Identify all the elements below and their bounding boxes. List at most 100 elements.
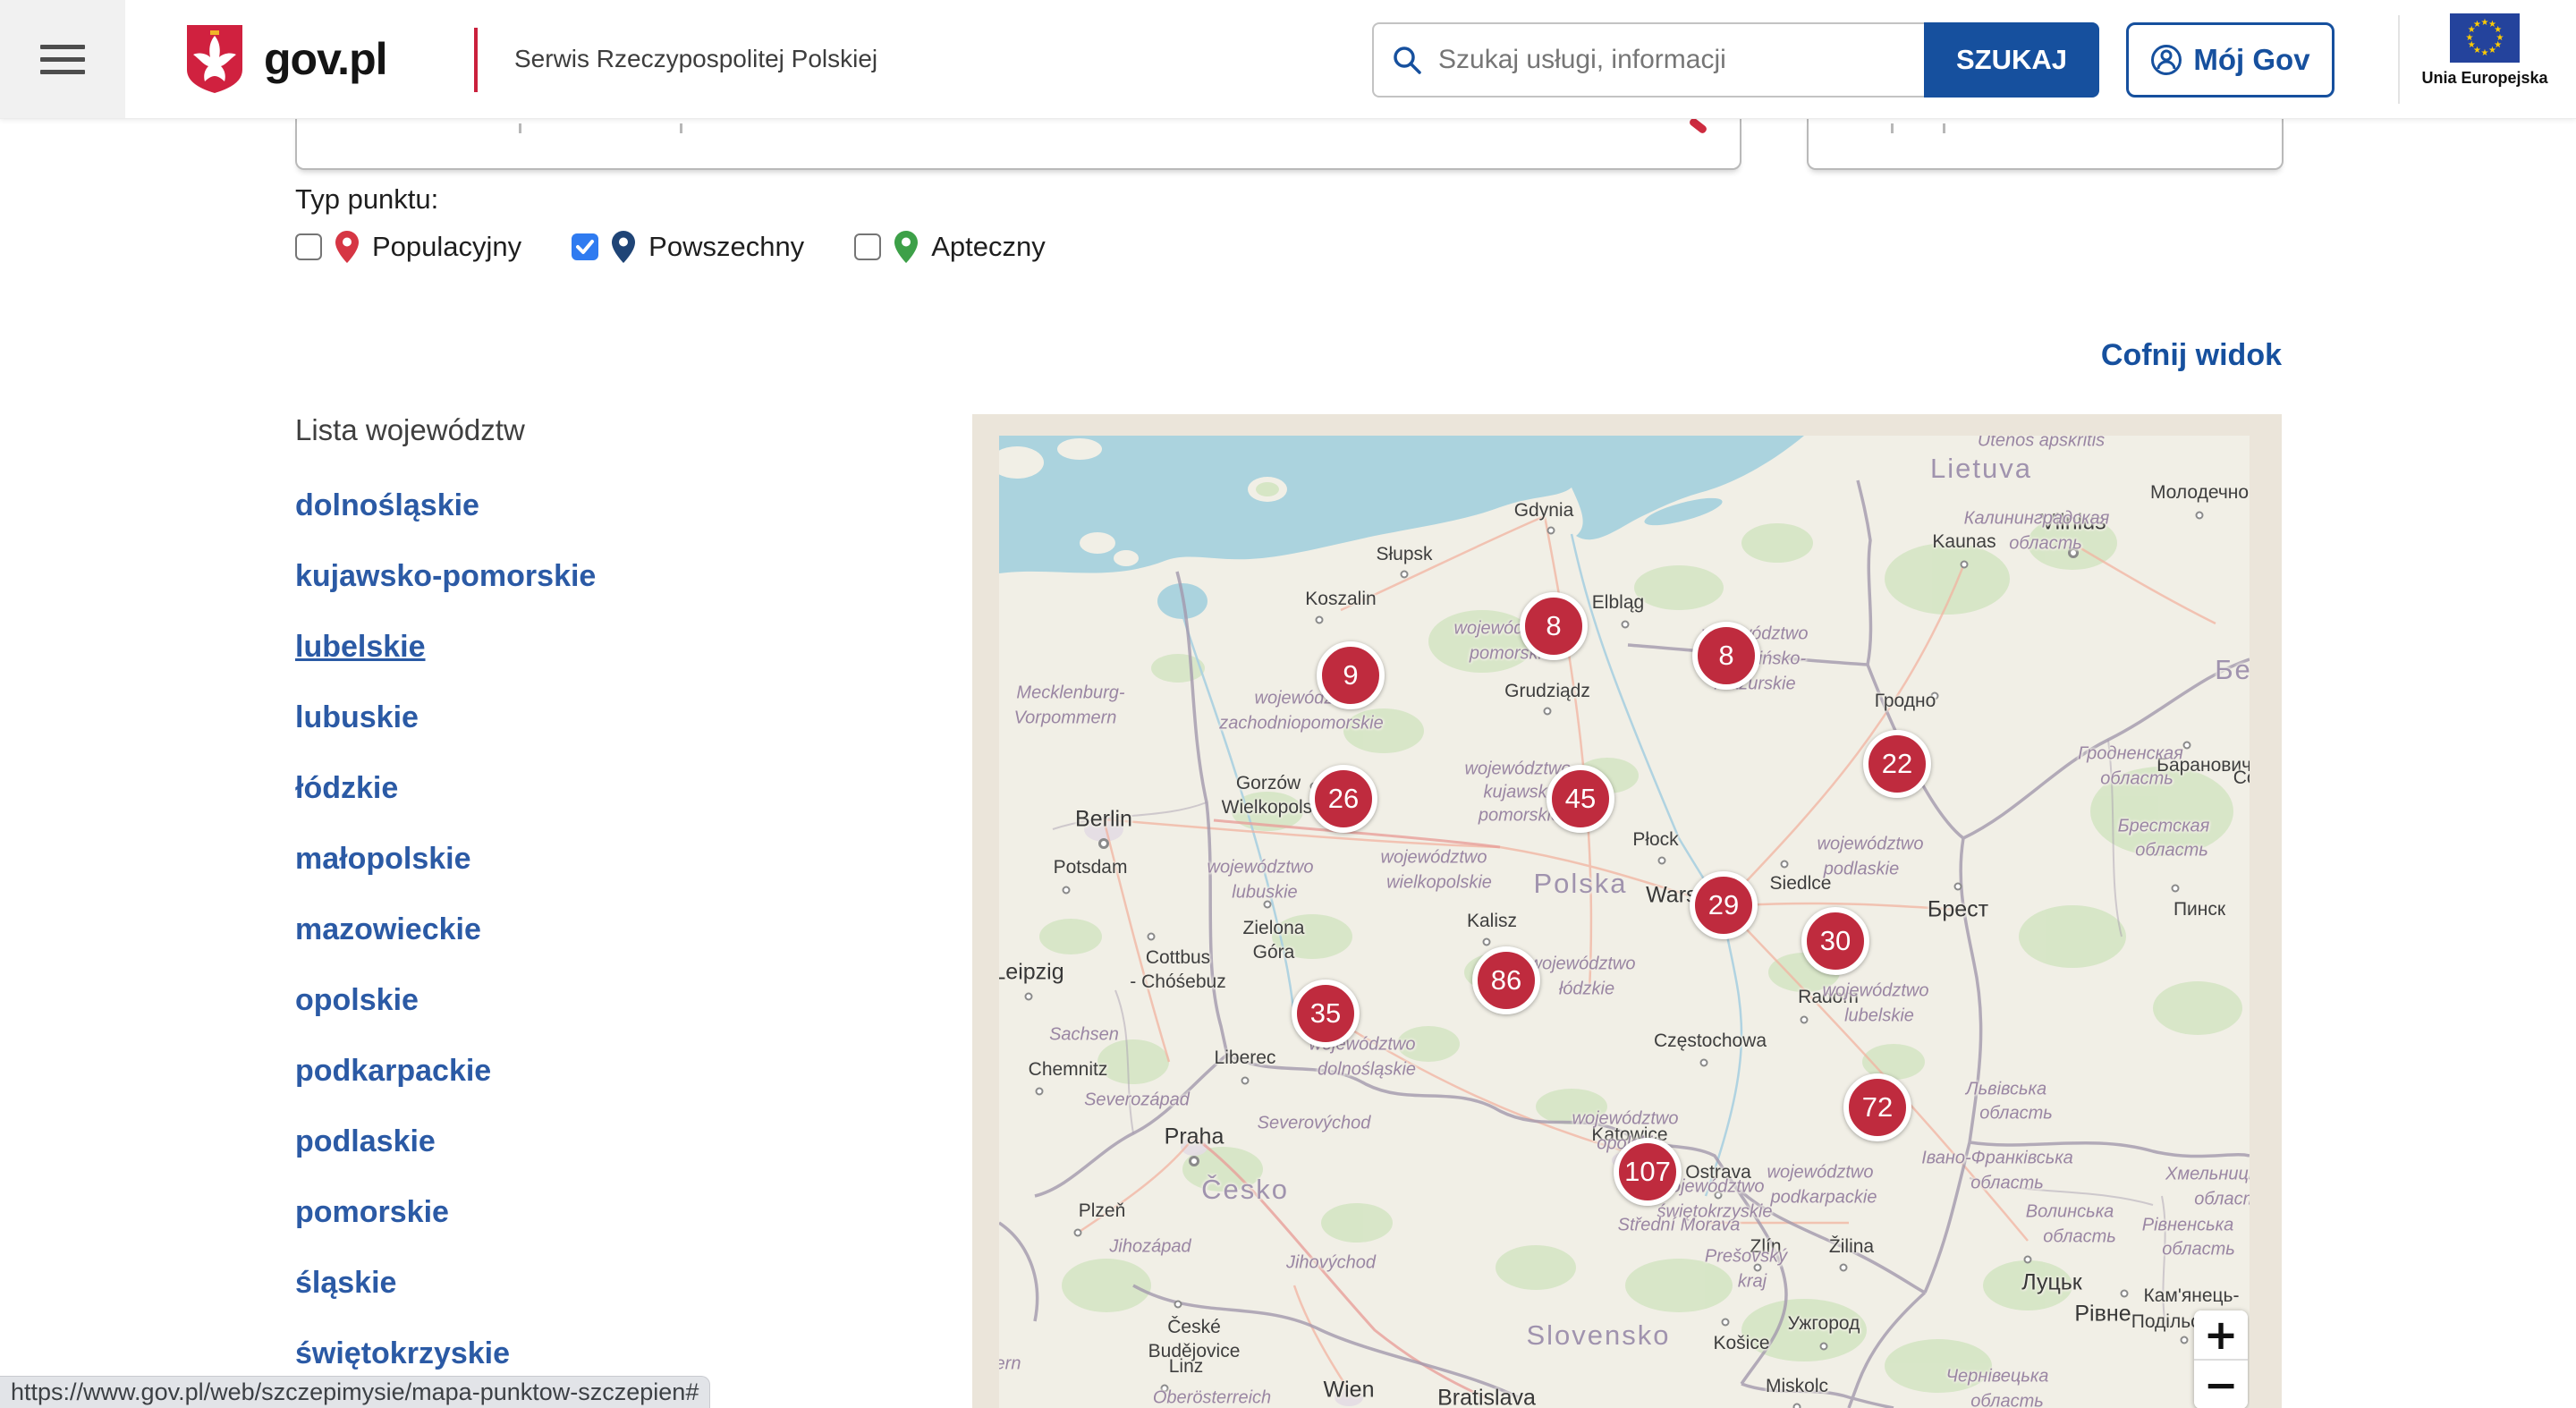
map-label: Хмельницька	[2165, 1165, 2250, 1185]
search-button[interactable]: SZUKAJ	[1924, 22, 2099, 98]
city-dot	[1148, 933, 1156, 941]
eu-star-icon: ★	[2468, 41, 2476, 50]
location-search-input-partial[interactable]	[295, 119, 1741, 170]
city-dot	[2121, 1290, 2129, 1298]
voivodeship-link-lubelskie[interactable]: lubelskie	[295, 629, 850, 665]
cluster-marker-86[interactable]: 86	[1472, 946, 1540, 1014]
map-label: Siedlce	[1770, 873, 1832, 895]
map-label: Potsdam	[1054, 857, 1128, 878]
checkbox-checked[interactable]	[572, 233, 598, 260]
map-label: Jihovýchod	[1286, 1253, 1376, 1274]
map-label: Oberösterreich	[1153, 1388, 1271, 1408]
map-label: Praha	[1165, 1124, 1224, 1150]
city-dot	[1801, 1016, 1809, 1024]
city-dot	[1241, 1077, 1250, 1085]
location-icon-fragment	[1688, 116, 1707, 134]
cluster-marker-45[interactable]: 45	[1546, 765, 1614, 833]
voivodeship-link-mazowieckie[interactable]: mazowieckie	[295, 912, 850, 947]
map-label: область	[2100, 769, 2174, 790]
brand-text: gov.pl	[264, 33, 387, 85]
filter-option-populacyjny[interactable]: Populacyjny	[295, 231, 521, 263]
eu-star-icon: ★	[2488, 47, 2496, 55]
map-label: Góra	[1253, 942, 1295, 963]
voivodeship-link-podkarpackie[interactable]: podkarpackie	[295, 1053, 850, 1089]
city-dot	[1483, 938, 1491, 946]
govpl-logo[interactable]: gov.pl	[183, 0, 387, 118]
map-canvas[interactable]: SłupskGdyniaKoszalinGrudziądzElblągGorzó…	[999, 436, 2250, 1408]
voivodeship-list-title: Lista województw	[295, 413, 850, 447]
reset-view-link[interactable]: Cofnij widok	[2062, 338, 2282, 373]
map-label: Bratislava	[1437, 1386, 1536, 1408]
filter-select-partial[interactable]	[1807, 119, 2284, 170]
map-label: województwo	[1530, 954, 1636, 975]
map-label: область	[1970, 1174, 2044, 1194]
filter-option-label: Powszechny	[648, 231, 804, 263]
map-label: Lietuva	[1930, 453, 2032, 485]
cluster-marker-107[interactable]: 107	[1614, 1138, 1682, 1206]
map-label: область	[2194, 1190, 2250, 1210]
eu-label: Unia Europejska	[2411, 69, 2558, 88]
voivodeship-link-lskie[interactable]: śląskie	[295, 1265, 850, 1301]
map-label: область	[2009, 534, 2082, 555]
checkbox-unchecked[interactable]	[295, 233, 322, 260]
cluster-marker-26[interactable]: 26	[1309, 765, 1377, 833]
map-label: województwo	[1818, 835, 1924, 855]
map-label: Miskolc	[1766, 1376, 1828, 1397]
zoom-in-button[interactable]: +	[2194, 1310, 2248, 1359]
map-label: Košice	[1713, 1333, 1769, 1354]
city-dot	[1722, 1319, 1730, 1327]
moj-gov-button[interactable]: Mój Gov	[2126, 22, 2334, 98]
cluster-marker-30[interactable]: 30	[1801, 907, 1869, 975]
cluster-marker-72[interactable]: 72	[1843, 1073, 1911, 1141]
map-label: Leipzig	[999, 960, 1064, 986]
voivodeship-link-dolnolskie[interactable]: dolnośląskie	[295, 488, 850, 523]
city-dot	[1098, 838, 1109, 849]
zoom-out-button[interactable]: −	[2194, 1361, 2248, 1408]
header-divider	[2398, 15, 2400, 104]
voivodeship-link-opolskie[interactable]: opolskie	[295, 982, 850, 1018]
voivodeship-link-maopolskie[interactable]: małopolskie	[295, 841, 850, 877]
cluster-marker-22[interactable]: 22	[1863, 730, 1931, 798]
map-label: Žilina	[1829, 1236, 1874, 1258]
voivodeship-link-kujawsko-pomorskie[interactable]: kujawsko-pomorskie	[295, 558, 850, 594]
cluster-marker-8[interactable]: 8	[1520, 592, 1588, 660]
cluster-marker-29[interactable]: 29	[1690, 871, 1758, 939]
city-dot	[1781, 861, 1789, 869]
search-field-wrap	[1372, 22, 1924, 98]
map-label: Волинська	[2026, 1202, 2114, 1223]
map-label: область	[2135, 841, 2208, 861]
map-label: województwo	[1823, 981, 1929, 1002]
city-dot	[1622, 621, 1630, 629]
checkbox-unchecked[interactable]	[854, 233, 881, 260]
city-dot	[1700, 1059, 1708, 1067]
map-label: Słupsk	[1376, 544, 1432, 565]
voivodeship-link-lubuskie[interactable]: lubuskie	[295, 700, 850, 735]
city-dot	[1036, 1088, 1044, 1096]
map-label: Луцьк	[2021, 1270, 2081, 1296]
search-input[interactable]	[1438, 45, 1903, 75]
map-pin-icon	[612, 231, 635, 263]
eu-block: ★★★★★★★★★★★★ Unia Europejska	[2411, 13, 2558, 88]
cluster-marker-35[interactable]: 35	[1292, 980, 1360, 1048]
voivodeship-link-podlaskie[interactable]: podlaskie	[295, 1124, 850, 1159]
voivodeship-link-pomorskie[interactable]: pomorskie	[295, 1194, 850, 1230]
city-dot	[2172, 885, 2180, 893]
map-pin-icon	[335, 231, 359, 263]
city-dot	[1820, 1343, 1828, 1351]
filter-option-apteczny[interactable]: Apteczny	[854, 231, 1046, 263]
map-label: Střední Morava	[1618, 1216, 1741, 1236]
map-label: Львівська	[1966, 1080, 2046, 1100]
filter-option-powszechny[interactable]: Powszechny	[572, 231, 804, 263]
city-dot	[1174, 1301, 1182, 1309]
cluster-marker-8[interactable]: 8	[1692, 622, 1760, 690]
map-label: zachodniopomorskie	[1219, 714, 1383, 734]
cluster-marker-9[interactable]: 9	[1317, 641, 1385, 709]
city-dot	[1961, 561, 1969, 569]
menu-button[interactable]	[0, 0, 125, 118]
voivodeship-link-witokrzyskie[interactable]: świętokrzyskie	[295, 1336, 850, 1371]
voivodeship-link-dzkie[interactable]: łódzkie	[295, 770, 850, 806]
vaccination-map[interactable]: SłupskGdyniaKoszalinGrudziądzElblągGorzó…	[972, 414, 2282, 1408]
map-label: Berlin	[1075, 807, 1132, 833]
map-label: Рівненська	[2142, 1216, 2233, 1236]
map-label: область	[1979, 1104, 2053, 1124]
